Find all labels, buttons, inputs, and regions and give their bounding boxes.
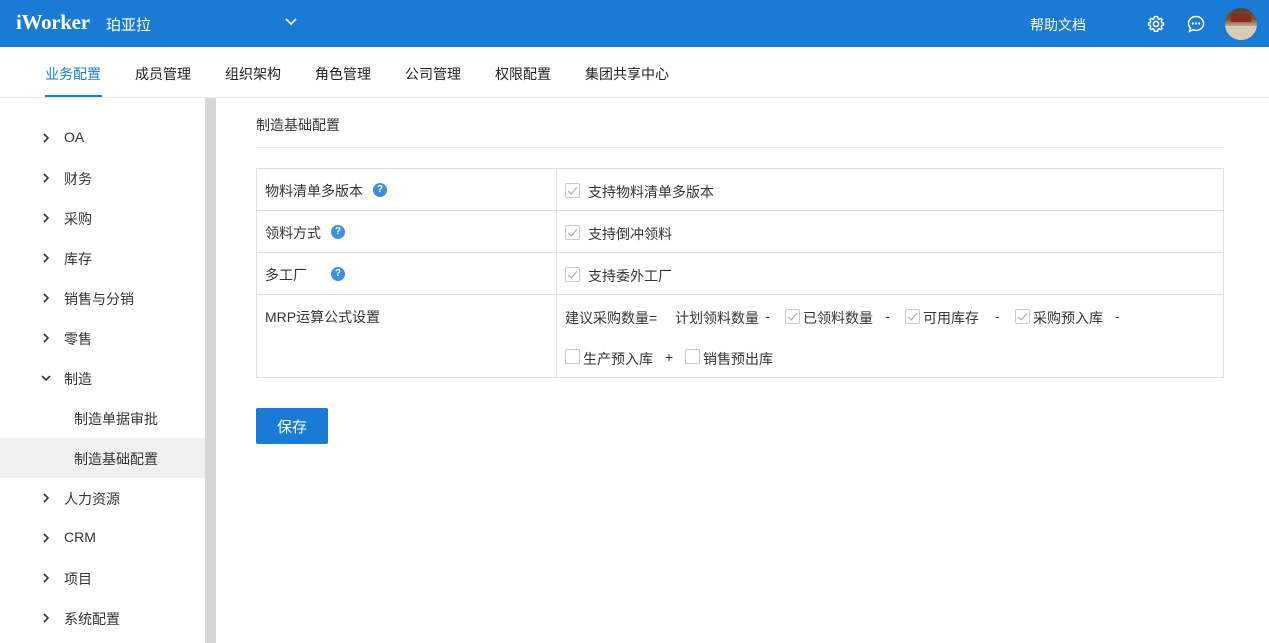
chevron-down-icon[interactable] bbox=[283, 14, 299, 30]
title-divider bbox=[256, 147, 1224, 148]
page-title: 制造基础配置 bbox=[256, 117, 340, 133]
help-docs-link[interactable]: 帮助文档 bbox=[1030, 15, 1086, 35]
sidebar-subitem-manufacturing-basic-config[interactable]: 制造基础配置 bbox=[0, 438, 205, 478]
bom-multi-version-label: 物料清单多版本 bbox=[265, 183, 363, 199]
material-issue-method-label: 领料方式 bbox=[265, 225, 321, 241]
formula-op: - bbox=[765, 308, 770, 324]
sidebar-item-label: OA bbox=[64, 129, 85, 145]
mrp-formula-label: MRP运算公式设置 bbox=[265, 309, 381, 325]
sidebar-subitem-manufacturing-approval[interactable]: 制造单据审批 bbox=[0, 398, 205, 438]
sidebar-item-crm[interactable]: CRM bbox=[0, 518, 205, 558]
avatar[interactable] bbox=[1225, 8, 1257, 40]
tab-org-structure[interactable]: 组织架构 bbox=[225, 64, 281, 84]
bom-multi-version-option: 支持物料清单多版本 bbox=[588, 184, 714, 200]
sidebar-item-inventory[interactable]: 库存 bbox=[0, 238, 205, 278]
sidebar-item-label: 制造 bbox=[64, 371, 92, 387]
sidebar-item-label: 制造单据审批 bbox=[74, 411, 158, 427]
top-bar: iWorker 珀亚拉 帮助文档 bbox=[0, 0, 1269, 47]
gear-icon[interactable] bbox=[1146, 14, 1166, 34]
formula-op: - bbox=[1115, 308, 1120, 324]
production-pre-receipt-label: 生产预入库 bbox=[583, 351, 653, 367]
tab-company[interactable]: 公司管理 bbox=[405, 64, 461, 84]
table-row: 物料清单多版本 ? 支持物料清单多版本 bbox=[257, 169, 1223, 211]
available-stock-checkbox[interactable] bbox=[905, 309, 920, 324]
chevron-right-icon bbox=[43, 173, 50, 183]
sidebar-item-retail[interactable]: 零售 bbox=[0, 318, 205, 358]
chevron-right-icon bbox=[43, 333, 50, 343]
formula-lhs: 建议采购数量= bbox=[565, 310, 658, 326]
sidebar-item-label: 人力资源 bbox=[64, 491, 120, 507]
multi-factory-label: 多工厂 bbox=[265, 267, 307, 283]
help-icon[interactable]: ? bbox=[331, 267, 345, 281]
formula-base: 计划领料数量 bbox=[675, 310, 759, 326]
bom-multi-version-checkbox[interactable] bbox=[565, 183, 580, 198]
sidebar: OA 财务 采购 库存 销售与分销 零售 制造 制造单据审批 制造基础配置 人力… bbox=[0, 98, 205, 643]
top-tabs: 业务配置 成员管理 组织架构 角色管理 公司管理 权限配置 集团共享中心 bbox=[0, 47, 1269, 98]
help-icon[interactable]: ? bbox=[373, 183, 387, 197]
chevron-right-icon bbox=[43, 533, 50, 543]
sidebar-scrollbar[interactable] bbox=[205, 98, 216, 643]
table-row: 领料方式 ? 支持倒冲领料 bbox=[257, 211, 1223, 253]
chevron-right-icon bbox=[43, 293, 50, 303]
app-logo[interactable]: iWorker bbox=[16, 10, 90, 35]
available-stock-label: 可用库存 bbox=[923, 310, 979, 326]
chevron-right-icon bbox=[43, 493, 50, 503]
production-pre-receipt-checkbox[interactable] bbox=[565, 349, 580, 364]
tab-permissions[interactable]: 权限配置 bbox=[495, 64, 551, 84]
table-row: 多工厂 ? 支持委外工厂 bbox=[257, 253, 1223, 295]
tab-members[interactable]: 成员管理 bbox=[135, 64, 191, 84]
sidebar-item-finance[interactable]: 财务 bbox=[0, 158, 205, 198]
chevron-right-icon bbox=[43, 253, 50, 263]
sidebar-item-label: 财务 bbox=[64, 171, 92, 187]
sidebar-item-manufacturing[interactable]: 制造 bbox=[0, 358, 205, 398]
sidebar-item-system-config[interactable]: 系统配置 bbox=[0, 598, 205, 638]
sidebar-item-sales-distribution[interactable]: 销售与分销 bbox=[0, 278, 205, 318]
sidebar-item-projects[interactable]: 项目 bbox=[0, 558, 205, 598]
help-icon[interactable]: ? bbox=[331, 225, 345, 239]
tab-roles[interactable]: 角色管理 bbox=[315, 64, 371, 84]
active-tab-indicator bbox=[45, 95, 102, 97]
chevron-right-icon bbox=[43, 133, 50, 143]
sidebar-item-purchasing[interactable]: 采购 bbox=[0, 198, 205, 238]
chevron-down-icon bbox=[41, 375, 51, 382]
config-table: 物料清单多版本 ? 支持物料清单多版本 领料方式 ? 支持倒冲领料 多工厂 ? … bbox=[256, 168, 1224, 378]
formula-op: + bbox=[665, 349, 674, 365]
sidebar-item-label: 采购 bbox=[64, 211, 92, 227]
sidebar-item-label: 库存 bbox=[64, 251, 92, 267]
sales-pre-issue-label: 销售预出库 bbox=[703, 351, 773, 367]
formula-op: - bbox=[995, 308, 1000, 324]
backflush-option: 支持倒冲领料 bbox=[588, 226, 672, 242]
outsourcing-factory-option: 支持委外工厂 bbox=[588, 268, 672, 284]
chevron-right-icon bbox=[43, 573, 50, 583]
sidebar-item-label: 销售与分销 bbox=[64, 291, 134, 307]
chevron-right-icon bbox=[43, 613, 50, 623]
tab-business-config[interactable]: 业务配置 bbox=[45, 64, 101, 84]
sidebar-item-label: 零售 bbox=[64, 331, 92, 347]
company-name[interactable]: 珀亚拉 bbox=[106, 14, 151, 35]
tab-group-shared-center[interactable]: 集团共享中心 bbox=[585, 64, 669, 84]
sidebar-item-label: 制造基础配置 bbox=[74, 451, 158, 467]
sidebar-item-label: 系统配置 bbox=[64, 611, 120, 627]
chat-bubble-icon[interactable] bbox=[1186, 14, 1206, 34]
backflush-checkbox[interactable] bbox=[565, 225, 580, 240]
sidebar-item-hr[interactable]: 人力资源 bbox=[0, 478, 205, 518]
issued-qty-checkbox[interactable] bbox=[785, 309, 800, 324]
table-row: MRP运算公式设置 建议采购数量= 计划领料数量 - 已领料数量 - 可用库存 … bbox=[257, 295, 1223, 377]
sidebar-item-label: CRM bbox=[64, 529, 96, 545]
sidebar-item-label: 项目 bbox=[64, 571, 92, 587]
sidebar-item-oa[interactable]: OA bbox=[0, 118, 205, 158]
purchase-pre-receipt-label: 采购预入库 bbox=[1033, 310, 1103, 326]
formula-op: - bbox=[885, 308, 890, 324]
purchase-pre-receipt-checkbox[interactable] bbox=[1015, 309, 1030, 324]
outsourcing-factory-checkbox[interactable] bbox=[565, 267, 580, 282]
issued-qty-label: 已领料数量 bbox=[803, 310, 873, 326]
save-button[interactable]: 保存 bbox=[256, 408, 328, 444]
sales-pre-issue-checkbox[interactable] bbox=[685, 349, 700, 364]
chevron-right-icon bbox=[43, 213, 50, 223]
